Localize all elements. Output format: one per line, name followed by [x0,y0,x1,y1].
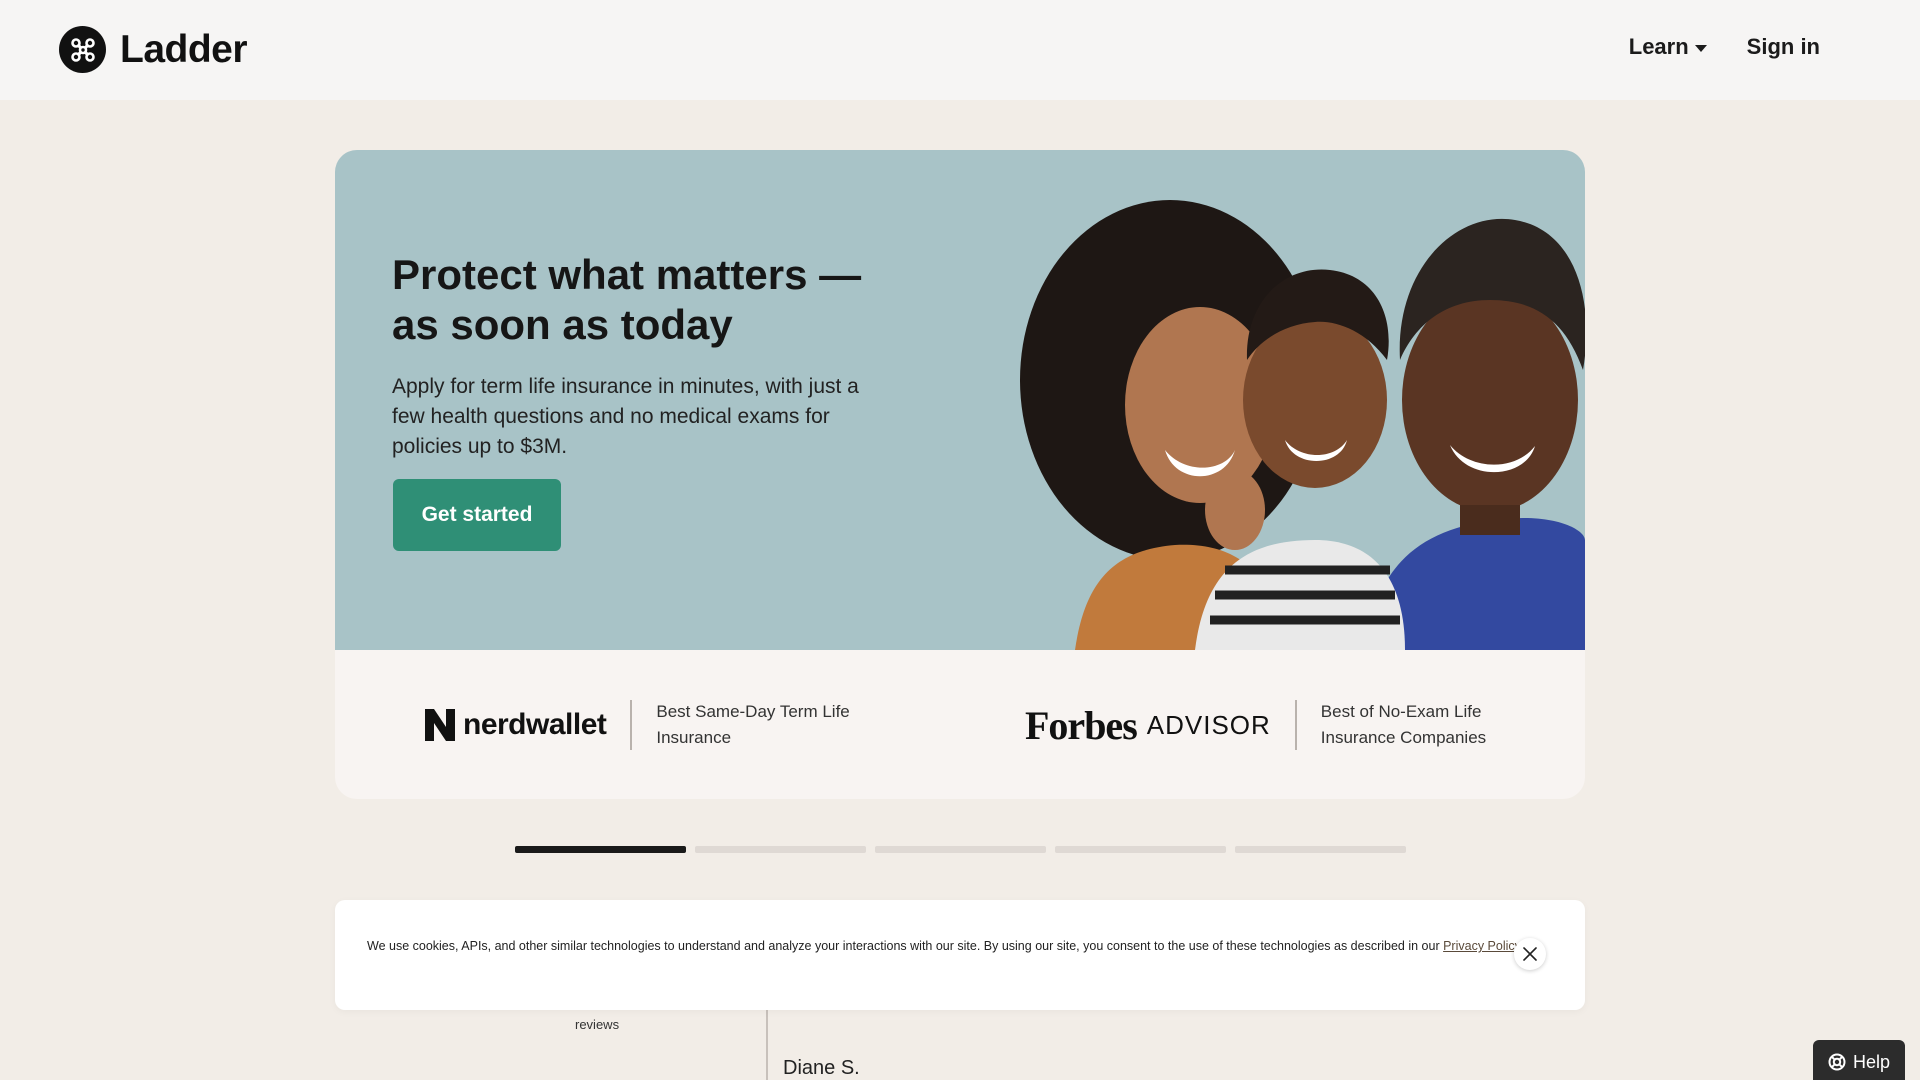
brand-name: Ladder [120,27,248,71]
carousel-dot-1[interactable] [515,846,686,853]
hero-title: Protect what matters — as soon as today [392,251,862,348]
forbes-wordmark: Forbes [1025,702,1138,748]
cookie-close-button[interactable] [1514,938,1546,970]
carousel-indicators [515,846,1406,853]
nerdwallet-n-icon [425,709,455,741]
press-divider [1294,700,1297,750]
nav-learn[interactable]: Learn [1629,34,1707,60]
nerdwallet-logo: nerdwallet [425,708,607,742]
cookie-text: We use cookies, APIs, and other similar … [367,937,1527,955]
help-button[interactable]: Help [1813,1040,1905,1080]
press-quote: Best of No-Exam Life Insurance Companies [1320,702,1487,747]
family-photo [1020,200,1585,650]
ladder-logo[interactable]: Ladder [59,26,248,73]
press-item-nerdwallet: nerdwallet Best Same-Day Term Life Insur… [425,699,876,751]
press-quote: Best Same-Day Term Life Insurance [656,702,850,747]
nav-sign-in[interactable]: Sign in [1747,34,1820,60]
top-nav: Learn Sign in [1629,34,1820,60]
help-label: Help [1852,1051,1891,1072]
reviews-label: reviews [575,1017,620,1032]
cookie-banner: We use cookies, APIs, and other similar … [335,900,1585,1010]
nerdwallet-wordmark: nerdwallet [463,708,607,741]
get-started-button[interactable]: Get started [393,479,561,551]
site-header: Ladder Learn Sign in [0,0,1920,100]
nav-learn-label: Learn [1628,34,1689,59]
hero-copy: Protect what matters — as soon as today … [392,250,862,462]
carousel-dot-3[interactable] [875,846,1046,853]
hero-card: Protect what matters — as soon as today … [335,150,1585,650]
hero-subtitle: Apply for term life insurance in minutes… [392,375,859,458]
cookie-message: We use cookies, APIs, and other similar … [367,939,1440,953]
carousel-dot-5[interactable] [1235,846,1406,853]
close-icon [1523,947,1537,961]
advisor-wordmark: ADVISOR [1146,709,1271,740]
carousel-dot-2[interactable] [695,846,866,853]
lifebuoy-icon [1828,1053,1846,1071]
carousel-dot-4[interactable] [1055,846,1226,853]
chevron-down-icon [1694,44,1707,52]
nav-sign-in-label: Sign in [1746,34,1820,59]
press-item-forbes: Forbes ADVISOR Best of No-Exam Life Insu… [1025,699,1541,751]
reviewer-name: Diane S. [783,1057,860,1079]
press-strip: nerdwallet Best Same-Day Term Life Insur… [335,650,1585,799]
privacy-policy-link[interactable]: Privacy Policy [1443,939,1520,953]
ladder-logo-icon [59,26,106,73]
forbes-advisor-logo: Forbes ADVISOR [1025,702,1271,749]
press-divider [630,700,633,750]
